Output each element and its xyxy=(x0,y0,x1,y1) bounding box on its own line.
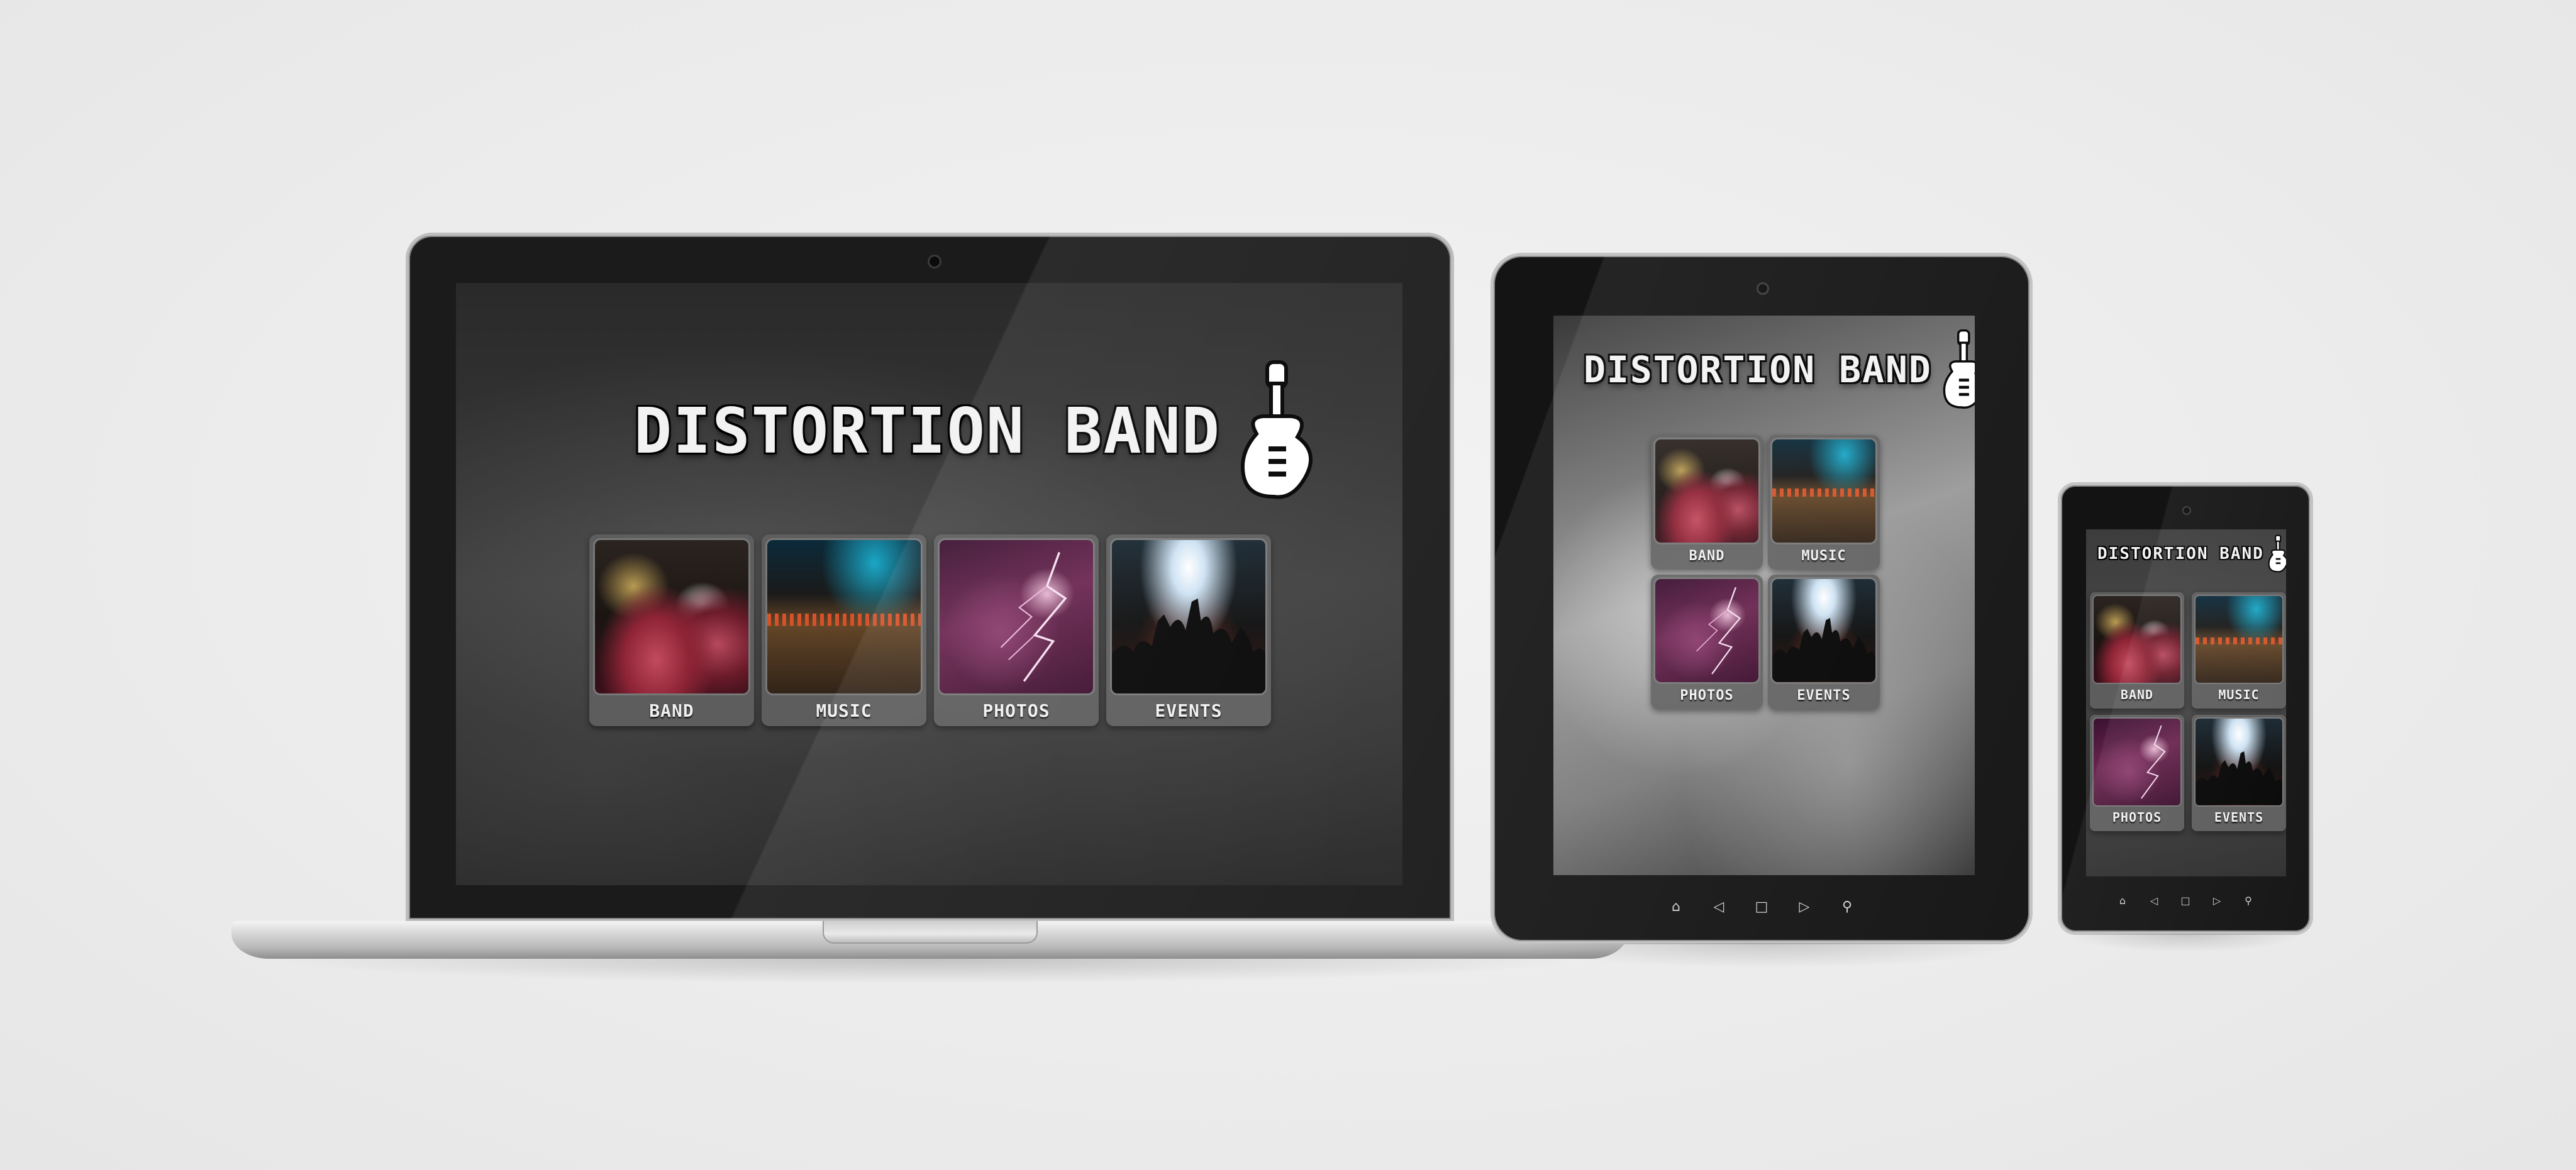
music-photo xyxy=(765,538,923,695)
tile-events-label: EVENTS xyxy=(1155,700,1223,721)
laptop-lid: DISTORTION BAND BAND MUSIC PHOTOS EVENTS xyxy=(406,233,1454,922)
tile-photos[interactable]: PHOTOS xyxy=(2090,715,2184,831)
recents-icon[interactable]: □ xyxy=(2178,893,2193,908)
tile-photos-label: PHOTOS xyxy=(982,700,1050,721)
music-photo xyxy=(2194,595,2284,684)
phone-screen: DISTORTION BAND BAND MUSIC PHOTOS EVENTS xyxy=(2086,529,2286,876)
crowd-silhouette xyxy=(1772,618,1875,682)
crowd-silhouette xyxy=(2196,751,2282,805)
events-photo xyxy=(1770,577,1877,684)
laptop-trackpad-notch xyxy=(823,921,1038,944)
tile-band[interactable]: BAND xyxy=(589,534,754,726)
phone-device: DISTORTION BAND BAND MUSIC PHOTOS EVENTS… xyxy=(2058,482,2313,935)
tile-grid: BAND MUSIC PHOTOS EVENTS xyxy=(2090,592,2286,831)
site-header: DISTORTION BAND xyxy=(634,358,1323,503)
site-title[interactable]: DISTORTION BAND xyxy=(1584,348,1932,391)
guitar-icon[interactable] xyxy=(1940,328,1975,411)
tile-events-label: EVENTS xyxy=(1797,688,1851,704)
site-header: DISTORTION BAND xyxy=(2097,534,2286,573)
tile-band[interactable]: BAND xyxy=(2090,592,2184,709)
guitar-icon[interactable] xyxy=(1235,358,1323,503)
tile-music[interactable]: MUSIC xyxy=(762,534,926,726)
photos-photo xyxy=(2092,717,2182,807)
tablet-screen: DISTORTION BAND BAND MUSIC PHOTOS EVENTS xyxy=(1553,316,1975,875)
tile-photos[interactable]: PHOTOS xyxy=(934,534,1099,726)
tile-events[interactable]: EVENTS xyxy=(1768,575,1880,709)
home-icon[interactable]: ⌂ xyxy=(1666,897,1686,917)
lightning-icon xyxy=(1000,551,1067,682)
tile-events-label: EVENTS xyxy=(2214,810,2264,825)
site-title[interactable]: DISTORTION BAND xyxy=(2097,544,2264,563)
laptop-shadow xyxy=(264,959,1597,984)
tablet-camera xyxy=(1757,282,1769,295)
band-photo xyxy=(1653,438,1760,544)
events-photo xyxy=(1110,538,1267,695)
home-icon[interactable]: ⌂ xyxy=(2115,893,2130,908)
tile-grid: BAND MUSIC PHOTOS EVENTS xyxy=(1651,435,1880,709)
tablet-device: DISTORTION BAND BAND MUSIC PHOTOS EVENTS… xyxy=(1491,253,2033,944)
forward-icon[interactable]: ▷ xyxy=(2209,893,2224,908)
device-mockup-stage: DISTORTION BAND BAND MUSIC PHOTOS EVENTS… xyxy=(0,0,2576,1170)
tile-band[interactable]: BAND xyxy=(1651,435,1763,570)
forward-icon[interactable]: ▷ xyxy=(1794,897,1814,917)
photos-photo xyxy=(938,538,1095,695)
tile-photos-label: PHOTOS xyxy=(1680,688,1734,704)
tablet-nav-bar: ⌂ ◁ □ ▷ ⚲ xyxy=(1494,891,2029,922)
tablet-shadow xyxy=(1503,943,2025,968)
guitar-icon[interactable] xyxy=(2267,534,2286,573)
crowd-silhouette xyxy=(1112,598,1265,693)
tile-band-label: BAND xyxy=(649,700,694,721)
tile-grid: BAND MUSIC PHOTOS EVENTS xyxy=(589,534,1271,726)
tile-events[interactable]: EVENTS xyxy=(1106,534,1271,726)
tile-music[interactable]: MUSIC xyxy=(2192,592,2286,709)
events-photo xyxy=(2194,717,2284,807)
lightning-icon xyxy=(2141,725,2166,799)
back-icon[interactable]: ◁ xyxy=(1709,897,1729,917)
band-photo xyxy=(2092,595,2182,684)
music-photo xyxy=(1770,438,1877,544)
laptop-screen: DISTORTION BAND BAND MUSIC PHOTOS EVENTS xyxy=(456,283,1402,885)
tile-music-label: MUSIC xyxy=(2218,687,2260,702)
tile-photos[interactable]: PHOTOS xyxy=(1651,575,1763,709)
lightning-icon xyxy=(1696,587,1741,675)
tile-band-label: BAND xyxy=(1689,548,1725,564)
search-icon[interactable]: ⚲ xyxy=(1837,897,1857,917)
tile-band-label: BAND xyxy=(2120,687,2154,702)
recents-icon[interactable]: □ xyxy=(1752,897,1772,917)
band-photo xyxy=(593,538,750,695)
site-title[interactable]: DISTORTION BAND xyxy=(634,394,1221,468)
tile-photos-label: PHOTOS xyxy=(2112,810,2162,825)
search-icon[interactable]: ⚲ xyxy=(2241,893,2256,908)
phone-shadow xyxy=(2066,934,2305,952)
back-icon[interactable]: ◁ xyxy=(2146,893,2162,908)
tile-music-label: MUSIC xyxy=(816,700,872,721)
tile-music-label: MUSIC xyxy=(1801,548,1846,564)
phone-camera xyxy=(2182,506,2191,515)
photos-photo xyxy=(1653,577,1760,684)
laptop-camera xyxy=(928,255,941,268)
tile-music[interactable]: MUSIC xyxy=(1768,435,1880,570)
site-header: DISTORTION BAND xyxy=(1584,328,1975,411)
tile-events[interactable]: EVENTS xyxy=(2192,715,2286,831)
phone-nav-bar: ⌂ ◁ □ ▷ ⚲ xyxy=(2061,888,2310,913)
